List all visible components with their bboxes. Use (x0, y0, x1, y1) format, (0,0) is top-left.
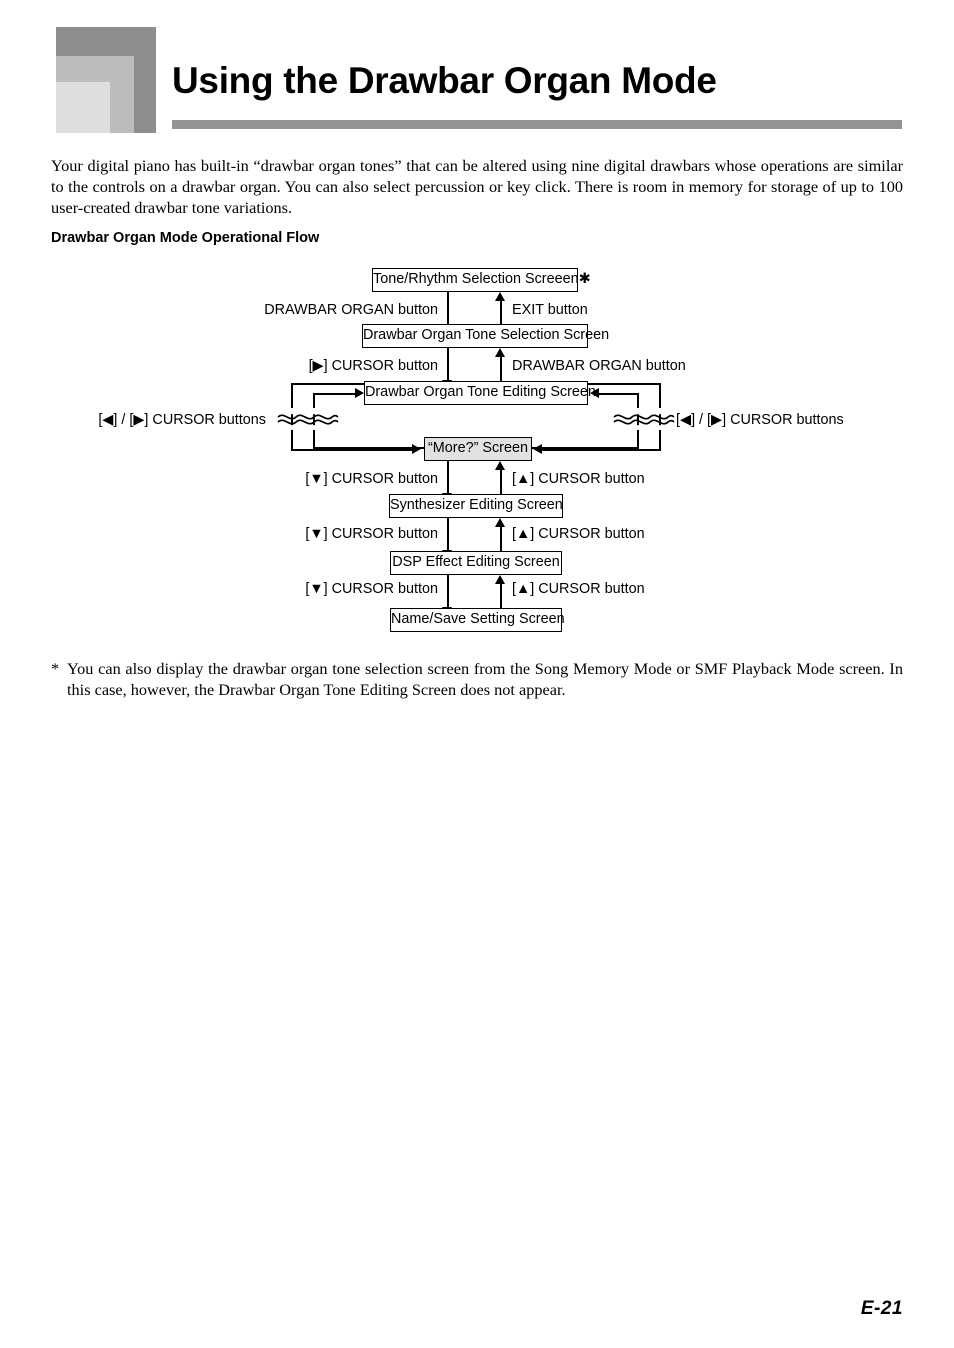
section-subheading: Drawbar Organ Mode Operational Flow (51, 230, 320, 246)
footnote: * You can also display the drawbar organ… (51, 658, 903, 700)
flow-box-name-save-setting: Name/Save Setting Screen (390, 608, 565, 632)
flow-label-cursor-lr-left: [◀] / [▶] CURSOR buttons (98, 412, 266, 428)
flow-box-tone-editing: Drawbar Organ Tone Editing Screen (364, 381, 596, 405)
loop-left-inner-top (313, 393, 358, 396)
page-title: Using the Drawbar Organ Mode (172, 60, 717, 101)
intro-paragraph: Your digital piano has built-in “drawbar… (51, 156, 903, 218)
flow-label-cursor-down-3: [▼] CURSOR button (305, 581, 438, 597)
flow-box-more-screen: “More?” Screen (424, 437, 532, 461)
flow-label-drawbar-organ-button-2: DRAWBAR ORGAN button (512, 358, 686, 374)
drawbar-organ-flow-diagram: Tone/Rhythm Selection Screeen✱ DRAWBAR O… (0, 258, 954, 638)
flow-label-cursor-up-1: [▲] CURSOR button (512, 471, 645, 487)
flow-label-cursor-down-2: [▼] CURSOR button (305, 526, 438, 542)
footnote-marker: * (51, 659, 60, 678)
flow-label-exit-button: EXIT button (512, 302, 588, 318)
connector-down-5 (447, 575, 450, 609)
break-mark-right-icon (613, 408, 675, 430)
flow-label-cursor-right-button: [▶] CURSOR button (308, 358, 438, 374)
flow-box-tone-rhythm-selection: Tone/Rhythm Selection Screeen✱ (372, 268, 591, 292)
flow-box-dsp-effect-editing: DSP Effect Editing Screen (390, 551, 562, 575)
loop-left-outer-top (291, 383, 366, 386)
connector-down-3 (447, 461, 450, 495)
flow-label-cursor-down-1: [▼] CURSOR button (305, 471, 438, 487)
arrowhead-right-inner-left (355, 387, 364, 398)
flow-label-cursor-up-3: [▲] CURSOR button (512, 581, 645, 597)
flow-box-tone-selection: Drawbar Organ Tone Selection Screen (362, 324, 609, 348)
arrowhead-left-outer-right (533, 443, 542, 454)
flow-label-cursor-lr-right: [◀] / [▶] CURSOR buttons (676, 412, 844, 428)
connector-down-2 (447, 348, 450, 382)
arrowhead-up-2 (495, 348, 505, 357)
loop-right-inner-top (596, 393, 639, 396)
title-rule (172, 120, 902, 129)
arrowhead-up-4 (495, 518, 505, 527)
loop-right-outer-bottom (541, 448, 661, 451)
flow-box-synthesizer-editing: Synthesizer Editing Screen (389, 494, 563, 518)
loop-left-outer-bottom (291, 448, 414, 451)
flow-label-cursor-up-2: [▲] CURSOR button (512, 526, 645, 542)
flow-label-drawbar-organ-button-1: DRAWBAR ORGAN button (264, 302, 438, 318)
break-mark-left-icon (277, 408, 339, 430)
page-header: Using the Drawbar Organ Mode (0, 0, 954, 140)
footnote-text: You can also display the drawbar organ t… (67, 659, 903, 700)
arrowhead-up-3 (495, 461, 505, 470)
page-number: E-21 (860, 1298, 903, 1319)
arrowhead-up-5 (495, 575, 505, 584)
arrowhead-right-outer-left (412, 443, 421, 454)
loop-right-outer-top (586, 383, 661, 386)
connector-down-4 (447, 518, 450, 552)
connector-down-1 (447, 292, 450, 326)
arrowhead-up-1 (495, 292, 505, 301)
nested-squares-icon-inner (56, 82, 110, 133)
